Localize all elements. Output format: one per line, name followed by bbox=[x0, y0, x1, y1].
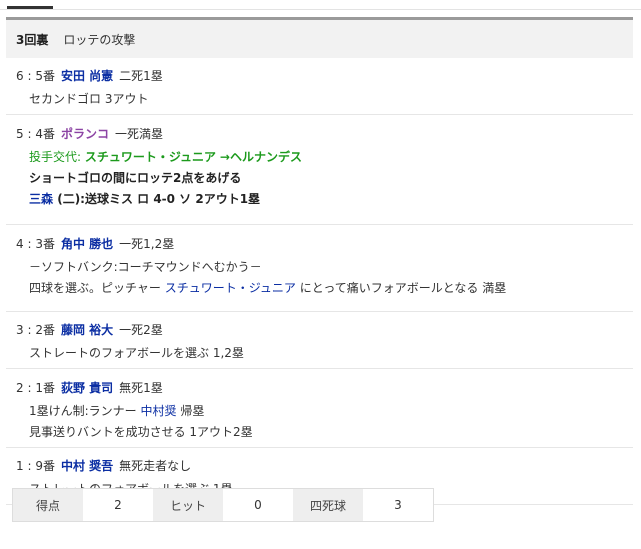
batting-order: 3番 bbox=[35, 237, 55, 251]
batting-order: 1番 bbox=[35, 381, 55, 395]
pitcher-out-link[interactable]: スチュワート・ジュニア bbox=[85, 150, 216, 164]
batting-order: 4番 bbox=[35, 127, 55, 141]
inning-number: 3回裏 bbox=[16, 32, 49, 47]
batter-link[interactable]: 荻野 貴司 bbox=[61, 381, 113, 395]
play-seq: 5 bbox=[16, 127, 24, 141]
play-text: 四球を選ぶ。ピッチャー bbox=[29, 281, 161, 295]
batting-order: 2番 bbox=[35, 323, 55, 337]
play-seq: 3 bbox=[16, 323, 24, 337]
play-result: セカンドゴロ 3アウト bbox=[29, 92, 149, 106]
runs-value: 2 bbox=[83, 489, 153, 521]
situation: 一死2塁 bbox=[119, 323, 163, 337]
play-seq: 6 bbox=[16, 69, 24, 83]
play-text: にとって痛いフォアボールとなる 満塁 bbox=[299, 281, 507, 295]
top-tab-bar bbox=[0, 0, 641, 10]
play-item: 2 : 1番 荻野 貴司 無死1塁 1塁けん制:ランナー 中村奨 帰塁 見事送りバン… bbox=[6, 378, 633, 448]
play-result: －ソフトバンク:コーチマウンドへむかう－ bbox=[29, 260, 262, 274]
pitching-change-label: 投手交代: bbox=[29, 150, 82, 164]
play-result: 1塁けん制:ランナー 中村奨 帰塁 bbox=[16, 401, 633, 422]
pitcher-link[interactable]: スチュワート・ジュニア bbox=[165, 281, 296, 295]
runs-label: 得点 bbox=[13, 489, 83, 521]
situation: 一死満塁 bbox=[114, 127, 163, 141]
play-detail: (二):送球ミス ロ 4-0 ソ 2アウト1塁 bbox=[57, 192, 261, 206]
inning-panel: 3回裏 ロッテの攻撃 6 : 5番 安田 尚憲 二死1塁 セカンドゴロ 3アウト 5… bbox=[6, 17, 633, 545]
batting-order: 5番 bbox=[35, 69, 55, 83]
batting-order: 9番 bbox=[35, 459, 55, 473]
play-item: 4 : 3番 角中 勝也 一死1,2塁 －ソフトバンク:コーチマウンドへむかう－ 四… bbox=[6, 234, 633, 312]
situation: 無死1塁 bbox=[119, 381, 163, 395]
active-tab-indicator bbox=[7, 6, 53, 9]
play-item: 5 : 4番 ポランコ 一死満塁 投手交代: スチュワート・ジュニア →ヘルナンデス… bbox=[6, 124, 633, 225]
play-seq: 4 bbox=[16, 237, 24, 251]
play-result: 四球を選ぶ。ピッチャー スチュワート・ジュニア にとって痛いフォアボールとなる … bbox=[16, 278, 633, 299]
play-item: 3 : 2番 藤岡 裕大 一死2塁 ストレートのフォアボールを選ぶ 1,2塁 bbox=[6, 320, 633, 369]
inning-summary: 得点 2 ヒット 0 四死球 3 bbox=[12, 488, 434, 522]
runner-link[interactable]: 中村奨 bbox=[141, 404, 177, 418]
play-seq: 1 bbox=[16, 459, 24, 473]
play-result: 見事送りバントを成功させる 1アウト2塁 bbox=[29, 425, 253, 439]
play-text: 帰塁 bbox=[180, 404, 205, 418]
play-result: 三森 (二):送球ミス ロ 4-0 ソ 2アウト1塁 bbox=[16, 189, 633, 210]
play-result: ショートゴロの間にロッテ2点をあげる bbox=[29, 171, 242, 185]
batter-link[interactable]: 中村 奨吾 bbox=[61, 459, 113, 473]
pitcher-in-link[interactable]: ヘルナンデス bbox=[230, 150, 302, 164]
batter-link[interactable]: 藤岡 裕大 bbox=[61, 323, 113, 337]
hits-label: ヒット bbox=[153, 489, 223, 521]
play-seq: 2 bbox=[16, 381, 24, 395]
pitching-change: 投手交代: スチュワート・ジュニア →ヘルナンデス bbox=[16, 147, 633, 168]
batter-link[interactable]: 角中 勝也 bbox=[61, 237, 113, 251]
play-result: ストレートのフォアボールを選ぶ 1,2塁 bbox=[29, 346, 244, 360]
situation: 無死走者なし bbox=[119, 459, 192, 473]
hits-value: 0 bbox=[223, 489, 293, 521]
play-text: 1塁けん制:ランナー bbox=[29, 404, 137, 418]
walks-value: 3 bbox=[363, 489, 433, 521]
situation: 一死1,2塁 bbox=[119, 237, 175, 251]
situation: 二死1塁 bbox=[119, 69, 163, 83]
inning-team: ロッテの攻撃 bbox=[63, 32, 136, 47]
batter-link[interactable]: ポランコ bbox=[61, 127, 109, 141]
play-item: 6 : 5番 安田 尚憲 二死1塁 セカンドゴロ 3アウト bbox=[6, 66, 633, 115]
batter-link[interactable]: 安田 尚憲 bbox=[61, 69, 113, 83]
walks-label: 四死球 bbox=[293, 489, 363, 521]
arrow-icon: → bbox=[219, 150, 230, 164]
runner-link[interactable]: 三森 bbox=[29, 192, 53, 206]
inning-header: 3回裏 ロッテの攻撃 bbox=[6, 17, 633, 58]
